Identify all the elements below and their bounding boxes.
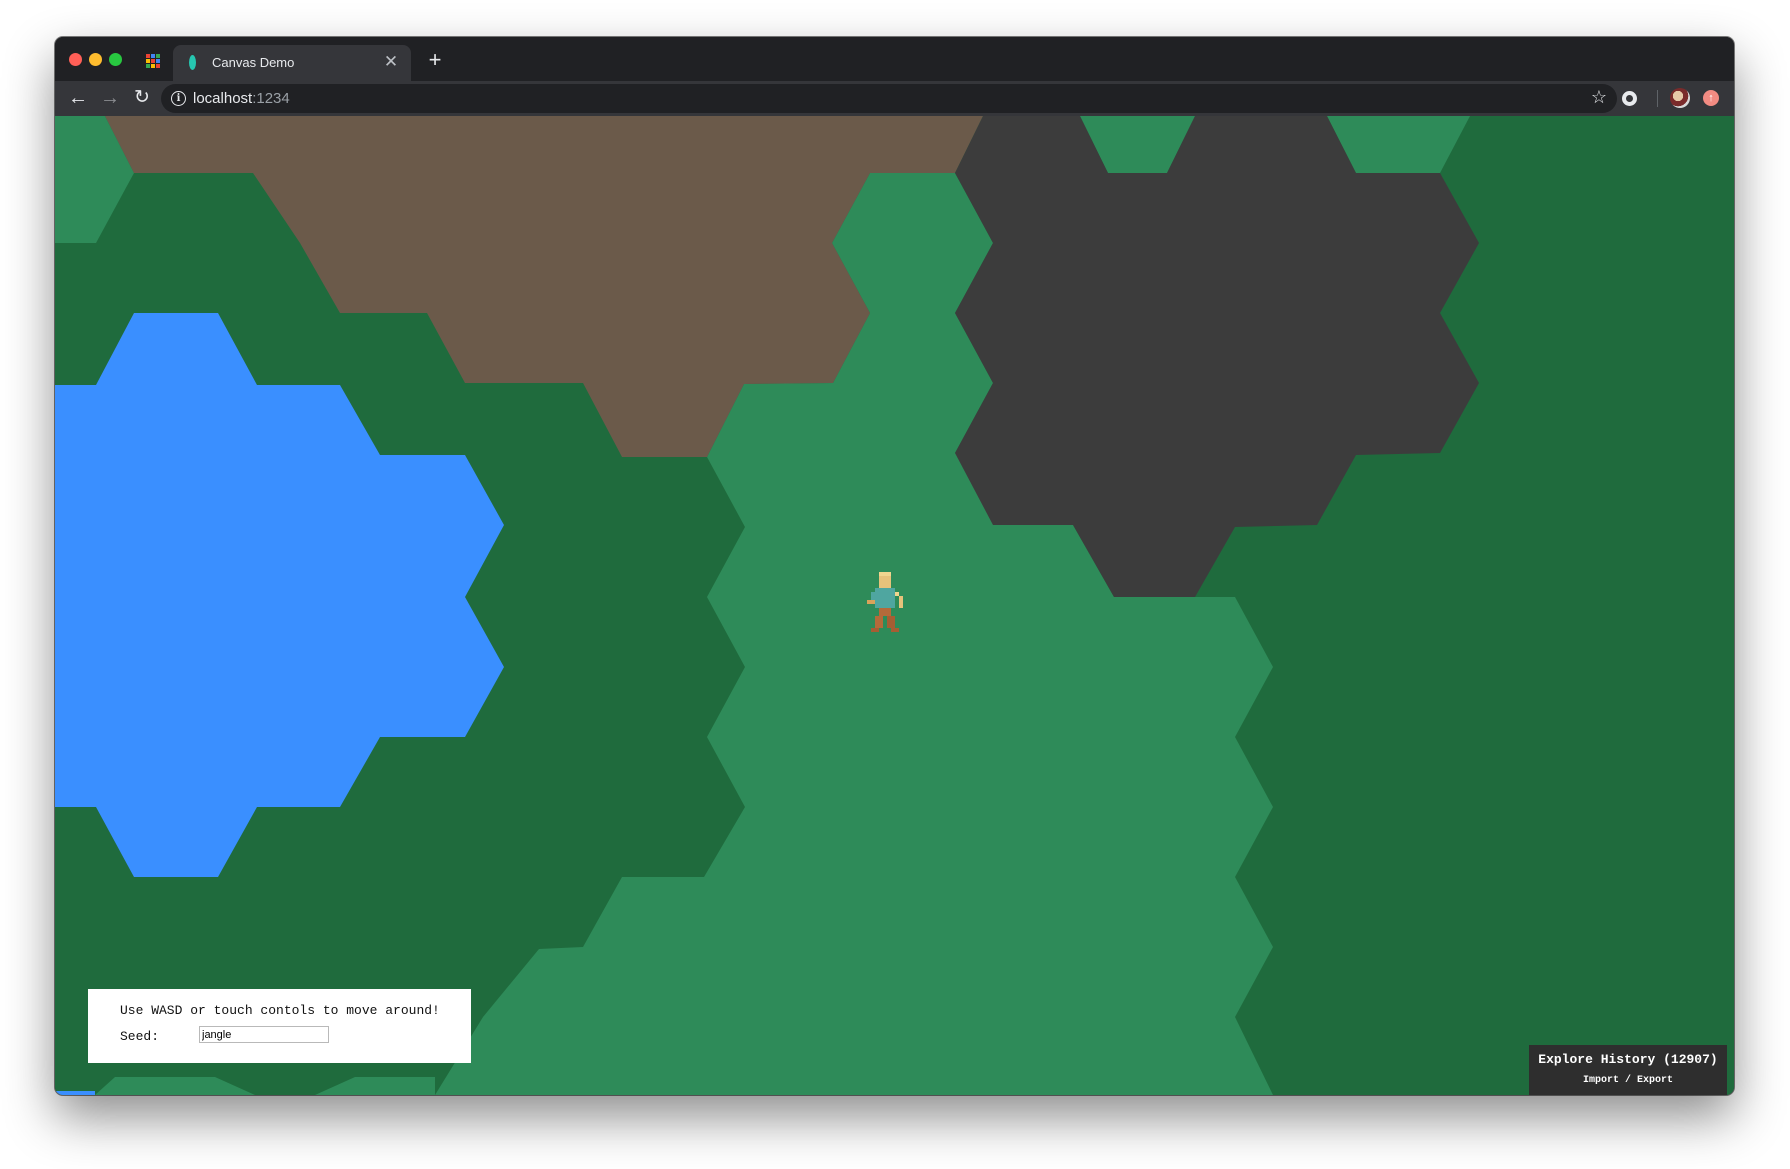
grass-region [315,1077,435,1095]
instructions-panel: Use WASD or touch contols to move around… [88,989,471,1063]
forward-button[interactable]: → [97,85,123,111]
address-bar[interactable]: i localhost:1234 ☆ [161,84,1617,113]
explore-history-panel: Explore History (12907) Import / Export [1529,1045,1727,1095]
browser-window: Canvas Demo ✕ + ← → ↻ i localhost:1234 ☆… [55,37,1734,1095]
tab-strip: Canvas Demo ✕ + [55,37,1734,81]
url-port: :1234 [252,90,290,107]
instructions-text: Use WASD or touch contols to move around… [120,1003,440,1018]
bookmark-star-icon[interactable]: ☆ [1591,87,1607,108]
rock-region [955,116,1479,597]
back-button[interactable]: ← [65,85,91,111]
game-canvas[interactable]: Use WASD or touch contols to move around… [55,116,1734,1095]
browser-toolbar: ← → ↻ i localhost:1234 ☆ ↑ [55,81,1734,116]
import-export-link[interactable]: Import / Export [1529,1075,1727,1086]
seed-input[interactable] [199,1026,329,1043]
update-arrow-icon[interactable]: ↑ [1703,90,1719,106]
profile-avatar[interactable] [1670,88,1690,108]
player-character [867,572,903,632]
seed-label: Seed: [120,1029,160,1044]
extension-icon[interactable] [1622,91,1637,106]
water-region [55,313,504,877]
reload-button[interactable]: ↻ [129,85,155,111]
window-minimize-button[interactable] [89,53,102,66]
tab-title: Canvas Demo [212,55,295,70]
url-host: localhost [193,90,253,107]
window-close-button[interactable] [69,53,82,66]
close-icon[interactable]: ✕ [381,52,401,72]
grass-region [95,1077,255,1095]
info-icon[interactable]: i [171,91,186,106]
tab-canvas-demo[interactable]: Canvas Demo ✕ [173,45,411,81]
toolbar-divider [1657,90,1658,107]
apps-grid-icon[interactable] [146,54,160,68]
window-maximize-button[interactable] [109,53,122,66]
leaf-favicon-icon [189,55,196,70]
water-region [55,1091,95,1095]
new-tab-button[interactable]: + [422,47,448,73]
url-text[interactable]: localhost:1234 [193,90,290,107]
explore-history-title[interactable]: Explore History (12907) [1529,1052,1727,1067]
